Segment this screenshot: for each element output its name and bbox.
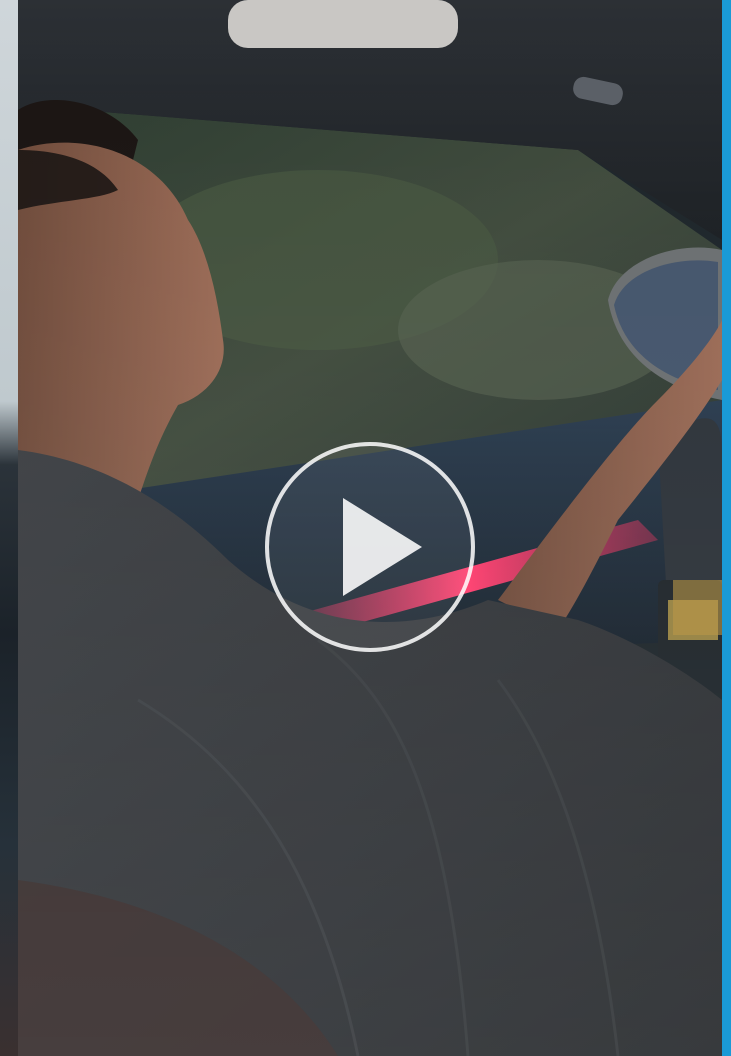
play-icon <box>265 442 475 652</box>
play-button[interactable] <box>263 440 477 654</box>
previous-slide-edge[interactable] <box>0 0 18 1056</box>
accent-bar <box>722 0 731 1056</box>
video-thumbnail[interactable] <box>18 0 722 1056</box>
video-slide <box>0 0 731 1056</box>
